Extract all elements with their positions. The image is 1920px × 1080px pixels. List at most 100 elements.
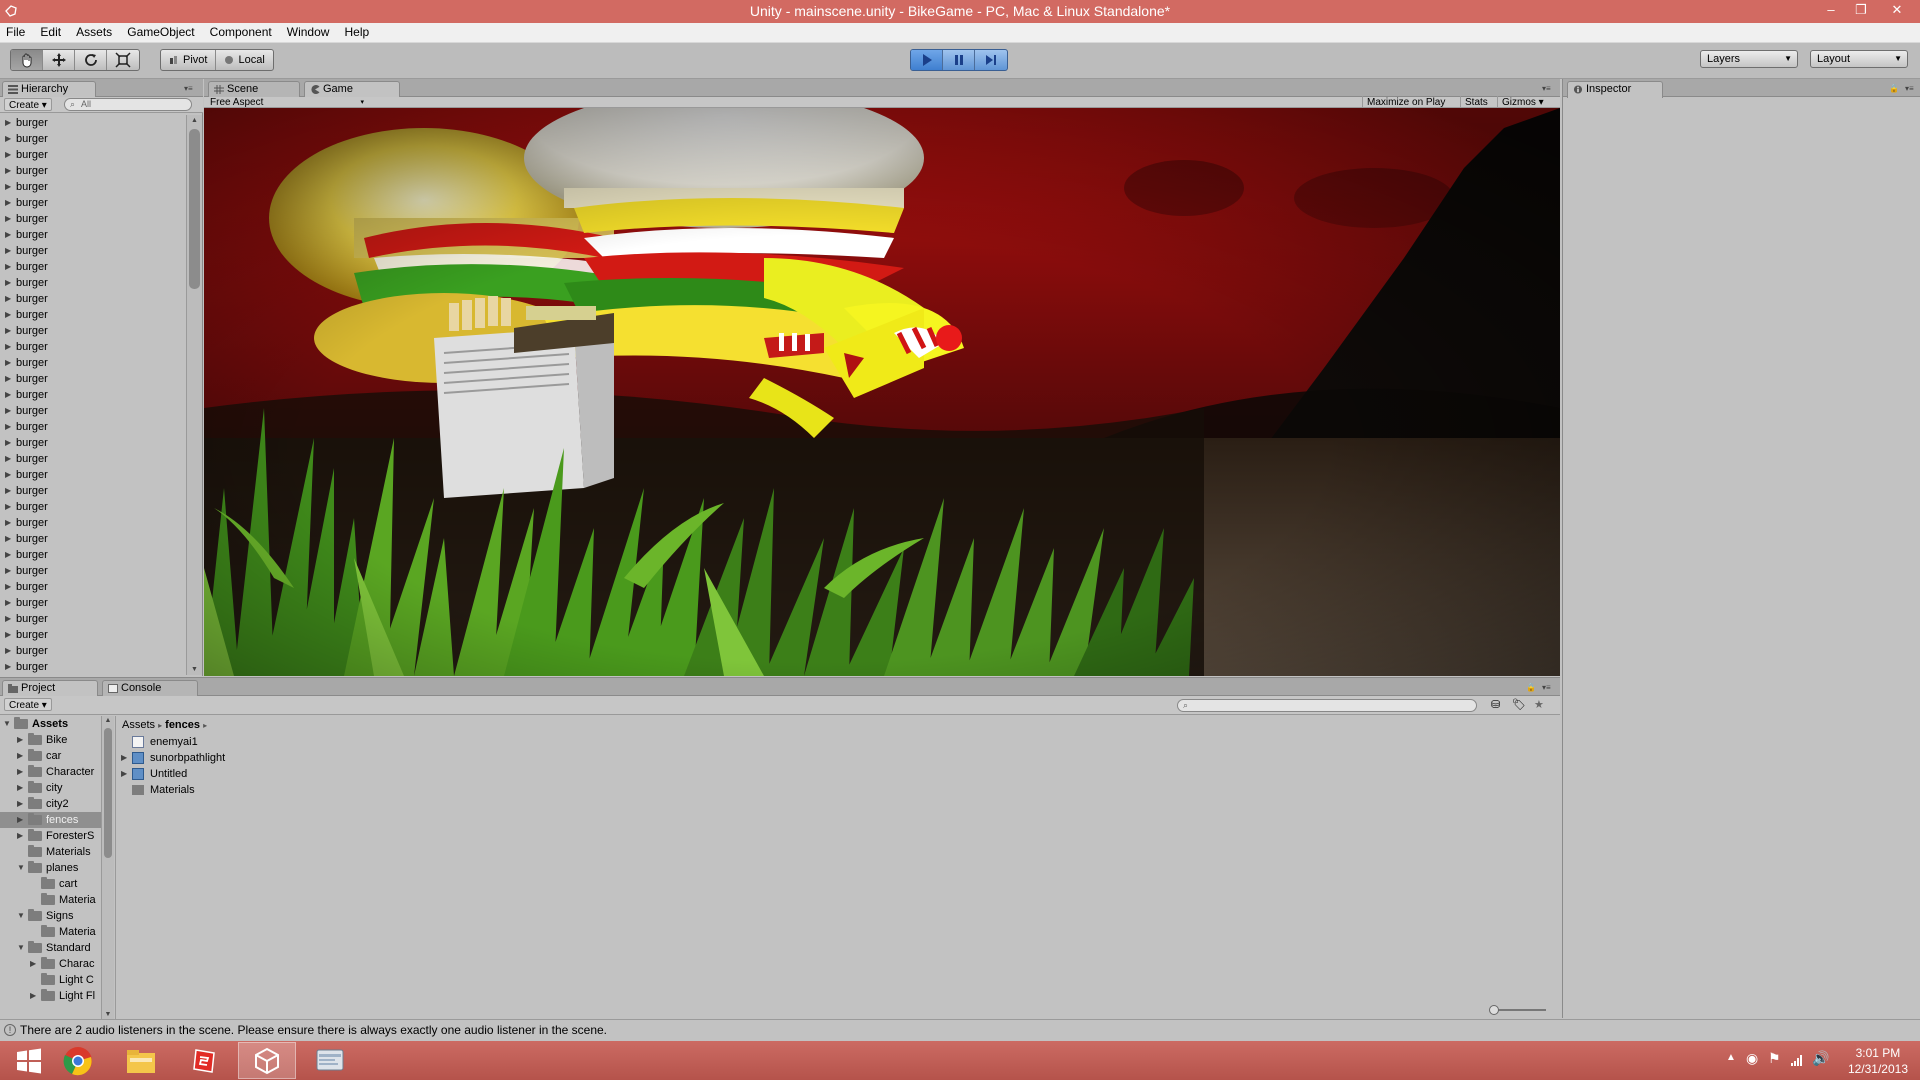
- tab-hierarchy[interactable]: Hierarchy: [2, 81, 96, 98]
- filter-by-type-icon[interactable]: ⛁: [1491, 698, 1500, 711]
- expand-arrow-icon[interactable]: ▶: [5, 291, 11, 307]
- hierarchy-item[interactable]: ▶ burger: [0, 499, 186, 515]
- hierarchy-item[interactable]: ▶ burger: [0, 515, 186, 531]
- expand-arrow-icon[interactable]: ▶: [5, 131, 11, 147]
- expand-arrow-icon[interactable]: ▶: [5, 435, 11, 451]
- system-clock[interactable]: 3:01 PM 12/31/2013: [1848, 1045, 1908, 1077]
- asset-item[interactable]: Materials: [116, 782, 516, 798]
- expand-arrow-icon[interactable]: ▶: [5, 643, 11, 659]
- hand-tool-button[interactable]: [11, 50, 43, 70]
- tree-item[interactable]: ▶ Character: [0, 764, 101, 780]
- filter-by-label-icon[interactable]: 🏷: [1512, 698, 1526, 711]
- asset-item[interactable]: ▶ sunorbpathlight: [116, 750, 516, 766]
- hierarchy-item[interactable]: ▶ burger: [0, 563, 186, 579]
- expand-arrow-icon[interactable]: ▶: [5, 515, 11, 531]
- project-lock-icon[interactable]: 🔒: [1526, 683, 1536, 692]
- hierarchy-item[interactable]: ▶ burger: [0, 611, 186, 627]
- expand-arrow-icon[interactable]: ▶: [5, 531, 11, 547]
- taskbar-chrome[interactable]: [49, 1042, 107, 1079]
- expand-arrow-icon[interactable]: ▶: [5, 227, 11, 243]
- tree-item[interactable]: ▼ planes: [0, 860, 101, 876]
- tree-item[interactable]: ▼ Signs: [0, 908, 101, 924]
- expand-arrow-icon[interactable]: ▶: [5, 563, 11, 579]
- menu-window[interactable]: Window: [281, 23, 336, 42]
- taskbar-unity[interactable]: [238, 1042, 296, 1079]
- hierarchy-item[interactable]: ▶ burger: [0, 163, 186, 179]
- icon-size-slider-knob[interactable]: [1489, 1005, 1499, 1015]
- expand-arrow-icon[interactable]: ▶: [5, 243, 11, 259]
- tree-item[interactable]: ▶ Charac: [0, 956, 101, 972]
- expand-arrow-icon[interactable]: ▶: [5, 355, 11, 371]
- taskbar-explorer[interactable]: [112, 1042, 170, 1079]
- expand-arrow-icon[interactable]: ▶: [5, 339, 11, 355]
- expand-arrow-icon[interactable]: ▶: [5, 323, 11, 339]
- tree-item-assets[interactable]: ▼ Assets: [0, 716, 101, 732]
- breadcrumb-assets[interactable]: Assets: [122, 719, 155, 731]
- taskbar-sketchup[interactable]: [175, 1042, 233, 1079]
- hierarchy-item[interactable]: ▶ burger: [0, 419, 186, 435]
- expand-arrow-icon[interactable]: ▶: [5, 579, 11, 595]
- menu-assets[interactable]: Assets: [70, 23, 118, 42]
- hierarchy-item[interactable]: ▶ burger: [0, 547, 186, 563]
- menu-edit[interactable]: Edit: [34, 23, 67, 42]
- menu-file[interactable]: File: [0, 23, 31, 42]
- hierarchy-item[interactable]: ▶ burger: [0, 403, 186, 419]
- expand-arrow-icon[interactable]: ▶: [17, 748, 23, 764]
- project-create-button[interactable]: Create ▾: [4, 698, 52, 711]
- hierarchy-item[interactable]: ▶ burger: [0, 195, 186, 211]
- tree-item[interactable]: ▶ ForesterS: [0, 828, 101, 844]
- expand-arrow-icon[interactable]: ▶: [17, 764, 23, 780]
- hierarchy-item[interactable]: ▶ burger: [0, 275, 186, 291]
- asset-item[interactable]: enemyai1: [116, 734, 516, 750]
- hierarchy-scroll-thumb[interactable]: [189, 129, 200, 289]
- hierarchy-item[interactable]: ▶ burger: [0, 147, 186, 163]
- expand-arrow-icon[interactable]: ▶: [5, 259, 11, 275]
- hierarchy-item[interactable]: ▶ burger: [0, 243, 186, 259]
- expand-arrow-icon[interactable]: ▶: [121, 750, 127, 766]
- network-shield-icon[interactable]: ◉: [1746, 1050, 1758, 1067]
- hierarchy-item[interactable]: ▶ burger: [0, 483, 186, 499]
- tree-item[interactable]: ▶ fences: [0, 812, 101, 828]
- game-panel-menu-icon[interactable]: ▾≡: [1542, 84, 1551, 93]
- hierarchy-item[interactable]: ▶ burger: [0, 595, 186, 611]
- close-button[interactable]: ✕: [1882, 0, 1912, 22]
- hierarchy-item[interactable]: ▶ burger: [0, 387, 186, 403]
- hierarchy-item[interactable]: ▶ burger: [0, 371, 186, 387]
- expand-arrow-icon[interactable]: ▶: [5, 179, 11, 195]
- pivot-button[interactable]: Pivot: [161, 50, 217, 70]
- expand-arrow-icon[interactable]: ▶: [5, 659, 11, 675]
- menu-component[interactable]: Component: [204, 23, 278, 42]
- expand-arrow-icon[interactable]: ▼: [17, 860, 25, 876]
- action-center-flag-icon[interactable]: ⚑: [1768, 1050, 1781, 1067]
- hierarchy-item[interactable]: ▶ burger: [0, 339, 186, 355]
- scroll-down-icon[interactable]: ▼: [187, 666, 202, 673]
- local-button[interactable]: Local: [216, 50, 272, 70]
- hierarchy-item[interactable]: ▶ burger: [0, 451, 186, 467]
- project-search-input[interactable]: ⌕: [1177, 699, 1477, 712]
- expand-arrow-icon[interactable]: ▶: [5, 611, 11, 627]
- expand-arrow-icon[interactable]: ▶: [5, 419, 11, 435]
- hierarchy-item[interactable]: ▶ burger: [0, 179, 186, 195]
- hierarchy-item[interactable]: ▶ burger: [0, 259, 186, 275]
- hierarchy-item[interactable]: ▶ burger: [0, 131, 186, 147]
- hierarchy-item[interactable]: ▶ burger: [0, 323, 186, 339]
- inspector-panel-menu-icon[interactable]: ▾≡: [1905, 84, 1914, 93]
- expand-arrow-icon[interactable]: ▶: [17, 828, 23, 844]
- expand-arrow-icon[interactable]: ▶: [5, 147, 11, 163]
- tree-scroll-thumb[interactable]: [104, 728, 112, 858]
- taskbar-monodevelop[interactable]: [301, 1042, 359, 1079]
- hierarchy-item[interactable]: ▶ burger: [0, 643, 186, 659]
- tree-item[interactable]: ▼ Standard: [0, 940, 101, 956]
- expand-arrow-icon[interactable]: ▶: [5, 195, 11, 211]
- expand-arrow-icon[interactable]: ▶: [5, 403, 11, 419]
- expand-arrow-icon[interactable]: ▶: [5, 595, 11, 611]
- expand-arrow-icon[interactable]: ▶: [17, 812, 23, 828]
- hierarchy-item[interactable]: ▶ burger: [0, 211, 186, 227]
- hierarchy-item[interactable]: ▶ burger: [0, 467, 186, 483]
- tree-item[interactable]: Materials: [0, 844, 101, 860]
- menu-gameobject[interactable]: GameObject: [121, 23, 200, 42]
- tree-item[interactable]: cart: [0, 876, 101, 892]
- tab-console[interactable]: Console: [102, 680, 198, 696]
- expand-arrow-icon[interactable]: ▶: [5, 499, 11, 515]
- expand-arrow-icon[interactable]: ▶: [17, 732, 23, 748]
